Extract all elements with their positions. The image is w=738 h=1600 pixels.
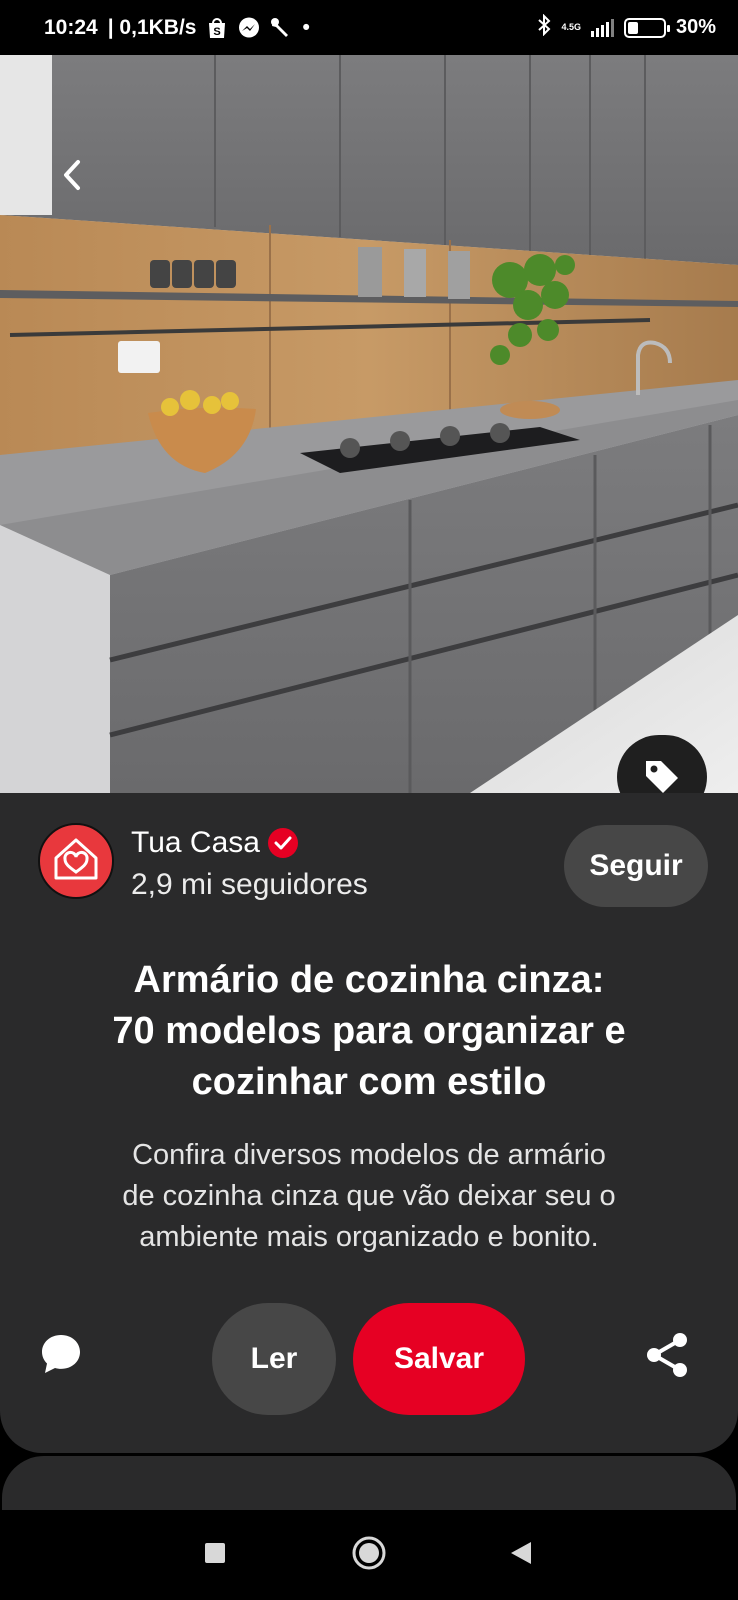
pin-title-line: 70 modelos para organizar e bbox=[112, 1010, 626, 1052]
pin-image[interactable] bbox=[0, 55, 738, 793]
pin-description: Confira diversos modelos de armário de c… bbox=[50, 1135, 688, 1258]
verified-badge-icon bbox=[267, 828, 298, 858]
back-button[interactable] bbox=[52, 155, 92, 195]
pin-title-line: Armário de cozinha cinza: bbox=[133, 959, 605, 1001]
svg-text:S: S bbox=[214, 26, 221, 38]
messenger-icon bbox=[238, 17, 260, 39]
battery-fill bbox=[627, 21, 639, 34]
creator-avatar[interactable] bbox=[38, 823, 114, 899]
signal-icon bbox=[590, 18, 614, 37]
status-right: 4.5G 30% bbox=[537, 13, 716, 42]
home-button[interactable] bbox=[344, 1530, 394, 1580]
share-button[interactable] bbox=[643, 1331, 691, 1383]
status-left: 10:24 | 0,1KB/s S • bbox=[44, 16, 310, 40]
wrench-icon bbox=[270, 17, 292, 39]
pin-actions: Ler Salvar bbox=[0, 1303, 738, 1415]
house-heart-icon bbox=[52, 836, 100, 887]
status-bar: 10:24 | 0,1KB/s S • 4.5G 30% bbox=[0, 0, 738, 55]
tag-icon bbox=[642, 757, 682, 793]
pin-description-line: Confira diversos modelos de armário bbox=[132, 1139, 606, 1171]
comment-icon bbox=[39, 1332, 83, 1381]
pin-description-line: ambiente mais organizado e bonito. bbox=[139, 1221, 599, 1253]
recents-button[interactable] bbox=[190, 1530, 240, 1580]
pin-description-line: de cozinha cinza que vão deixar seu o bbox=[122, 1180, 616, 1212]
share-icon bbox=[645, 1331, 689, 1384]
creator-name-row[interactable]: Tua Casa bbox=[131, 825, 298, 861]
battery-icon bbox=[623, 17, 670, 38]
save-button[interactable]: Salvar bbox=[353, 1303, 525, 1415]
creator-row: Tua Casa 2,9 mi seguidores Seguir bbox=[38, 823, 708, 907]
shopee-icon: S bbox=[206, 17, 228, 39]
status-network-speed: | 0,1KB/s bbox=[107, 15, 197, 39]
recents-square-icon bbox=[204, 1542, 226, 1569]
network-type: 4.5G bbox=[561, 23, 581, 32]
network-type-label: 4.5G bbox=[561, 22, 581, 32]
comment-button[interactable] bbox=[38, 1333, 84, 1379]
pin-title-line: cozinhar com estilo bbox=[191, 1061, 547, 1103]
read-button[interactable]: Ler bbox=[212, 1303, 336, 1415]
pin-details-sheet: Tua Casa 2,9 mi seguidores Seguir Armári… bbox=[0, 793, 738, 1453]
status-time: 10:24 bbox=[44, 15, 98, 39]
kitchen-photo bbox=[0, 55, 738, 793]
creator-name: Tua Casa bbox=[131, 826, 260, 859]
home-circle-icon bbox=[351, 1535, 387, 1576]
nav-back-button[interactable] bbox=[496, 1530, 546, 1580]
bluetooth-icon bbox=[537, 13, 551, 42]
system-nav-bar bbox=[0, 1510, 738, 1600]
back-triangle-icon bbox=[509, 1540, 533, 1571]
status-dot: • bbox=[302, 15, 310, 39]
chevron-left-icon bbox=[60, 158, 84, 192]
pin-title: Armário de cozinha cinza: 70 modelos par… bbox=[40, 955, 698, 1108]
battery-percent: 30% bbox=[675, 16, 716, 38]
follow-button[interactable]: Seguir bbox=[564, 825, 708, 907]
follower-count: 2,9 mi seguidores bbox=[131, 868, 368, 901]
